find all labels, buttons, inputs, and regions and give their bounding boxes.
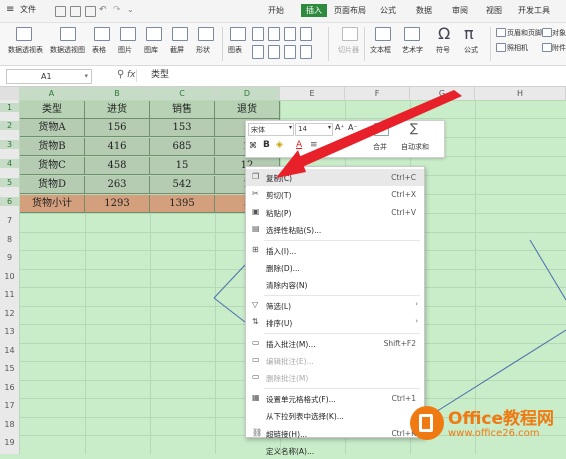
arrow-shaft	[296, 90, 462, 168]
watermark-brand: Office教程网	[448, 409, 555, 429]
watermark: Office教程网 www.office26.com	[404, 396, 566, 454]
watermark-url: www.office26.com	[448, 428, 540, 439]
red-arrow-annotation	[276, 90, 462, 178]
office-logo-icon	[410, 406, 444, 440]
arrow-head	[276, 150, 306, 178]
